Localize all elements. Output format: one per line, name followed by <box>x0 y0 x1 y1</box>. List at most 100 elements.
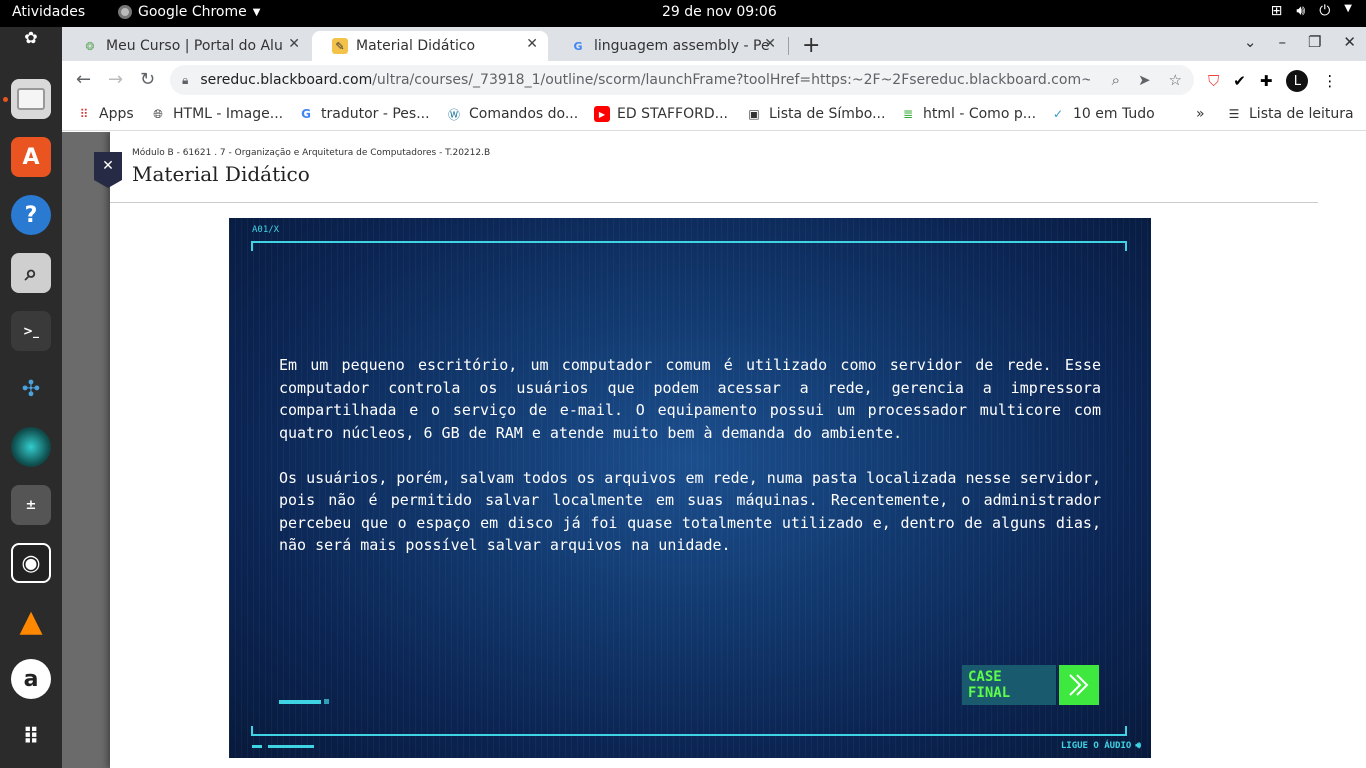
bookmark-apps[interactable]: ⠿ Apps <box>76 106 134 122</box>
extension-icon[interactable]: ✔ <box>1233 72 1246 90</box>
extensions-area: ⛉ ✔ ✚ L ⋮ <box>1208 70 1337 92</box>
bookmarks-overflow-button[interactable]: » <box>1196 106 1205 122</box>
globe-icon: 🌐︎ <box>153 106 163 121</box>
page-content: ✕ Módulo B - 61621 . 7 - Organização e A… <box>62 132 1366 768</box>
indicator-mark <box>268 745 314 748</box>
calculator-icon[interactable]: ± <box>11 485 51 525</box>
close-window-icon[interactable]: ✕ <box>1343 33 1356 51</box>
bookmark-tradutor[interactable]: Gtradutor - Pes... <box>298 106 430 122</box>
double-chevron-right-icon <box>1059 665 1099 705</box>
forward-icon[interactable]: → <box>108 69 123 90</box>
send-icon[interactable]: ➤ <box>1138 71 1151 89</box>
software-center-icon[interactable]: A <box>11 137 51 177</box>
tab-search-icon[interactable]: ⌄ <box>1244 33 1257 51</box>
chrome-icon <box>118 5 132 19</box>
tab-material-didatico[interactable]: ✎ Material Didático ✕ <box>312 31 548 61</box>
bookmark-html-como[interactable]: ≣ html - Como p... <box>900 106 1036 122</box>
ubuntu-logo-icon[interactable]: ✿ <box>11 25 51 49</box>
lock-icon[interactable]: 🔒︎ <box>182 73 188 88</box>
camera-icon[interactable]: ◉ <box>11 543 51 583</box>
slide-text: Em um pequeno escritório, um computador … <box>279 354 1101 579</box>
youtube-icon: ▶ <box>594 106 610 122</box>
frame-bracket-top <box>251 241 1127 251</box>
audio-label: LIGUE O ÁUDIO <box>1060 741 1132 751</box>
case-final-button[interactable]: CASE FINAL <box>962 665 1099 705</box>
tab-title: Meu Curso | Portal do Aluno <box>106 38 282 54</box>
bookmark-label: 10 em Tudo <box>1073 106 1155 122</box>
tab-title: Material Didático <box>356 38 476 54</box>
paragraph: Os usuários, porém, salvam todos os arqu… <box>279 468 1101 555</box>
back-icon[interactable]: ← <box>76 69 91 90</box>
reading-list-button[interactable]: ☰ Lista de leitura <box>1226 106 1354 122</box>
reading-list-label: Lista de leitura <box>1249 106 1354 122</box>
page-indicator <box>252 745 314 748</box>
maximize-icon[interactable]: ❐ <box>1308 33 1321 51</box>
system-tray[interactable]: ⊞ 🔊︎ ⏻ ▼ <box>1271 3 1352 19</box>
close-icon[interactable]: ✕ <box>764 36 776 52</box>
bookmark-label: Lista de Símbo... <box>769 106 886 122</box>
close-icon: ✕ <box>102 158 114 174</box>
progress-dot <box>324 699 329 704</box>
address-bar[interactable]: 🔒︎ sereduc.blackboard.com/ultra/courses/… <box>170 65 1194 95</box>
screenshot-icon[interactable]: ⌕ <box>11 253 51 293</box>
bookmark-label: ED STAFFORD... <box>617 106 728 122</box>
bookmark-lista-simbolos[interactable]: ▣ Lista de Símbo... <box>746 106 885 122</box>
bookmark-html-image[interactable]: 🌐︎ HTML - Image... <box>150 106 283 122</box>
stackoverflow-icon: ≣ <box>902 107 914 121</box>
google-icon: G <box>573 39 583 53</box>
dock: ✿ A ? ⌕ >_ ✣ ± ◉ ▲ a ⠿ <box>0 27 62 768</box>
help-icon[interactable]: ? <box>11 195 51 235</box>
divider <box>110 202 1318 203</box>
activities-button[interactable]: Atividades <box>12 4 85 20</box>
frame-bracket-bottom <box>251 726 1127 736</box>
bookmark-label: HTML - Image... <box>173 106 284 122</box>
show-apps-icon[interactable]: ⠿ <box>11 717 51 757</box>
reload-icon[interactable]: ↻ <box>140 69 155 90</box>
audio-toggle[interactable]: LIGUE O ÁUDIO 🔊︎ <box>1061 741 1141 751</box>
app-menu[interactable]: Google Chrome ▼ <box>118 4 260 20</box>
avatar[interactable]: L <box>1286 70 1309 92</box>
document-icon: ▣ <box>748 107 760 121</box>
bookmark-comandos[interactable]: Ⓦ Comandos do... <box>446 106 578 122</box>
new-tab-button[interactable]: + <box>802 33 820 58</box>
power-icon: ⏻ <box>1319 3 1331 19</box>
window-controls: ⌄ – ❐ ✕ <box>1244 33 1356 51</box>
browser-toolbar: ← → ↻ 🔒︎ sereduc.blackboard.com/ultra/co… <box>62 61 1366 99</box>
files-icon[interactable] <box>11 79 51 119</box>
vlc-icon[interactable]: ▲ <box>11 601 51 641</box>
zoom-icon[interactable]: ⌕ <box>1112 71 1120 89</box>
minimize-icon[interactable]: – <box>1278 33 1286 51</box>
close-icon[interactable]: ✕ <box>288 36 300 52</box>
puzzle-icon[interactable]: ✚ <box>1260 72 1273 90</box>
google-icon: G <box>301 107 311 121</box>
menu-icon[interactable]: ⋮ <box>1322 72 1337 90</box>
bookmark-label: Apps <box>99 106 134 122</box>
browser-icon[interactable] <box>11 427 51 467</box>
clock[interactable]: 29 de nov 09:06 <box>662 4 777 20</box>
tab-separator <box>788 37 789 55</box>
tab-google-search[interactable]: G linguagem assembly - Pesquisa ✕ <box>550 31 786 61</box>
shield-icon[interactable]: ⛉ <box>1208 72 1219 90</box>
progress-fill <box>279 699 321 704</box>
terminal-icon[interactable]: >_ <box>11 311 51 351</box>
indicator-mark <box>252 745 262 748</box>
apps-grid-icon: ⠿ <box>79 107 89 121</box>
bookmark-label: tradutor - Pes... <box>321 106 430 122</box>
bookmark-star-icon[interactable]: ☆ <box>1169 71 1182 89</box>
wordpress-icon: Ⓦ <box>447 107 460 122</box>
volume-icon: 🔊︎ <box>1296 3 1306 19</box>
scorm-content-frame: A01/X Em um pequeno escritório, um compu… <box>229 218 1151 758</box>
system-top-bar: Atividades Google Chrome ▼ 29 de nov 09:… <box>0 0 1366 27</box>
close-icon[interactable]: ✕ <box>526 36 538 52</box>
chevron-down-icon: ▼ <box>1344 3 1352 14</box>
bookmark-ed-stafford[interactable]: ▶ ED STAFFORD... <box>594 106 728 122</box>
tab-title: linguagem assembly - Pesquisa <box>594 38 770 54</box>
amazon-icon[interactable]: a <box>11 659 51 699</box>
url-text[interactable]: sereduc.blackboard.com/ultra/courses/_73… <box>200 72 1090 88</box>
tab-portal[interactable]: ❂ Meu Curso | Portal do Aluno ✕ <box>62 31 310 61</box>
network-tool-icon[interactable]: ✣ <box>11 369 51 409</box>
close-panel-button[interactable]: ✕ <box>94 152 122 188</box>
bookmark-10-em-tudo[interactable]: ✓ 10 em Tudo <box>1050 106 1155 122</box>
breadcrumb: Módulo B - 61621 . 7 - Organização e Arq… <box>132 148 491 158</box>
blackboard-favicon-icon: ✎ <box>332 38 348 54</box>
